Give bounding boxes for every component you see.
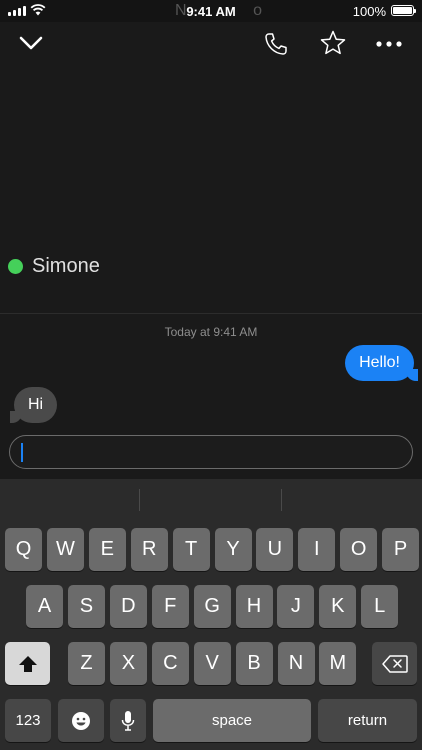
key-a[interactable]: A <box>26 585 63 628</box>
return-key[interactable]: return <box>318 699 417 742</box>
space-key[interactable]: space <box>153 699 311 742</box>
key-v[interactable]: V <box>193 642 231 685</box>
suggestion-divider <box>139 489 140 511</box>
key-r[interactable]: R <box>130 528 168 571</box>
key-b[interactable]: B <box>235 642 273 685</box>
key-f[interactable]: F <box>151 585 189 628</box>
key-s[interactable]: S <box>67 585 105 628</box>
status-bar: No 9:41 AM 100% <box>0 0 422 22</box>
message-input[interactable] <box>9 435 413 469</box>
key-q[interactable]: Q <box>5 528 42 571</box>
battery-icon <box>391 5 416 16</box>
online-status-indicator <box>8 259 23 274</box>
key-d[interactable]: D <box>109 585 147 628</box>
microphone-icon[interactable] <box>110 699 146 742</box>
contact-name: Simone <box>32 255 100 277</box>
key-z[interactable]: Z <box>68 642 105 685</box>
keyboard: QWERTYUIOP ASDFGHJKL ZXCVBNM 123 space ret… <box>0 479 422 750</box>
battery-percentage: 100% <box>352 4 386 19</box>
key-l[interactable]: L <box>361 585 399 628</box>
message-timestamp: Today at 9:41 AM <box>164 325 258 339</box>
more-icon[interactable] <box>372 30 406 58</box>
key-y[interactable]: Y <box>214 528 252 571</box>
key-x[interactable]: X <box>109 642 147 685</box>
key-m[interactable]: M <box>319 642 357 685</box>
suggestion-bar <box>0 479 422 521</box>
phone-icon[interactable] <box>260 28 292 60</box>
key-p[interactable]: P <box>382 528 420 571</box>
key-j[interactable]: J <box>277 585 315 628</box>
key-g[interactable]: G <box>193 585 231 628</box>
backspace-key[interactable] <box>372 642 417 685</box>
key-c[interactable]: C <box>151 642 189 685</box>
incoming-message-bubble[interactable]: Hi <box>9 387 58 423</box>
emoji-key[interactable] <box>58 699 104 742</box>
key-u[interactable]: U <box>256 528 294 571</box>
shift-key[interactable] <box>5 642 50 685</box>
star-icon[interactable] <box>316 26 350 60</box>
key-e[interactable]: E <box>88 528 126 571</box>
key-t[interactable]: T <box>172 528 210 571</box>
outgoing-message-bubble[interactable]: Hello! <box>345 345 418 381</box>
numbers-key[interactable]: 123 <box>5 699 51 742</box>
contact-info[interactable]: Simone <box>8 255 100 278</box>
key-i[interactable]: I <box>298 528 336 571</box>
key-n[interactable]: N <box>277 642 315 685</box>
conversation-header: Simone <box>0 22 422 314</box>
key-k[interactable]: K <box>319 585 357 628</box>
key-o[interactable]: O <box>340 528 378 571</box>
key-w[interactable]: W <box>46 528 84 571</box>
key-h[interactable]: H <box>235 585 273 628</box>
text-cursor <box>21 443 23 462</box>
chevron-down-icon[interactable] <box>14 28 48 58</box>
suggestion-divider <box>281 489 282 511</box>
